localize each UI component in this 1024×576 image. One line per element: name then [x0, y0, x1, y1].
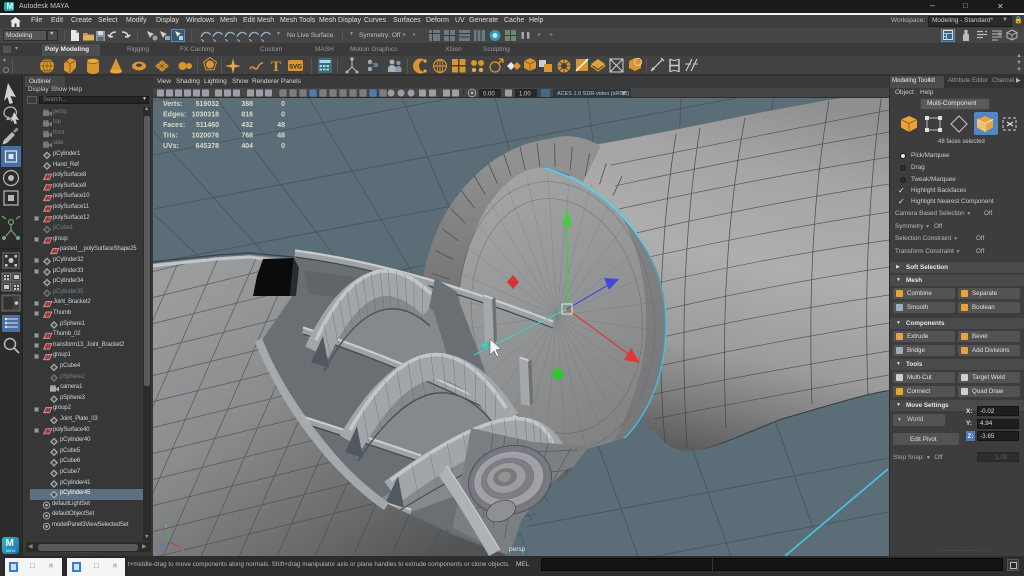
svg-text:UVs:: UVs:	[163, 143, 179, 150]
svg-text:1.00: 1.00	[519, 92, 531, 98]
svg-text:768: 768	[241, 133, 253, 140]
svg-text:ACES 1.0 SDR-video (sRGB): ACES 1.0 SDR-video (sRGB)	[557, 91, 629, 97]
svg-text:48: 48	[277, 133, 285, 140]
svg-text:0: 0	[281, 112, 285, 119]
svg-text:Faces:: Faces:	[163, 122, 185, 129]
svg-text:Verts:: Verts:	[163, 101, 182, 108]
svg-text:511460: 511460	[196, 122, 219, 129]
svg-text:0: 0	[281, 101, 285, 108]
svg-text:T: T	[271, 59, 281, 75]
svg-text:Tris:: Tris:	[163, 133, 178, 140]
svg-text:645378: 645378	[196, 143, 219, 150]
svg-text:1030318: 1030318	[192, 112, 219, 119]
svg-text:388: 388	[241, 101, 253, 108]
svg-text:816: 816	[241, 112, 253, 119]
svg-text:0: 0	[281, 143, 285, 150]
svg-text:SVG: SVG	[289, 65, 302, 71]
svg-text:432: 432	[241, 122, 253, 129]
svg-text:persp: persp	[509, 546, 526, 553]
svg-text:519032: 519032	[196, 101, 219, 108]
svg-text:48: 48	[277, 122, 285, 129]
svg-text:1020076: 1020076	[192, 133, 219, 140]
svg-text:404: 404	[241, 143, 253, 150]
svg-text:0.00: 0.00	[483, 92, 495, 98]
svg-text:Edges:: Edges:	[163, 112, 186, 119]
